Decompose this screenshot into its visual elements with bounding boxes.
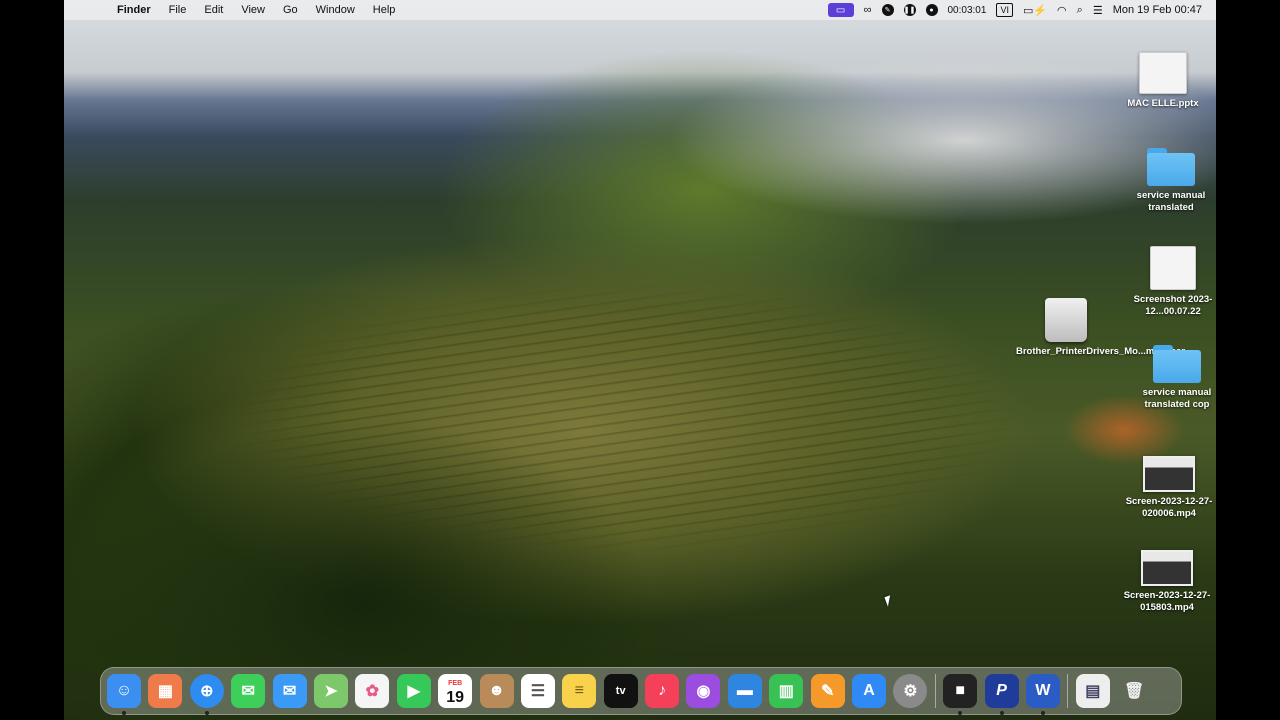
dock-keynote[interactable]: ▬ — [727, 674, 762, 708]
pause-icon[interactable]: ❚❚ — [903, 4, 916, 16]
menu-help[interactable]: Help — [364, 4, 405, 16]
spotlight-search-icon[interactable]: ⌕ — [1077, 3, 1083, 17]
wifi-icon[interactable]: ◠ — [1057, 3, 1067, 17]
dock-podcasts[interactable]: ◉ — [686, 674, 721, 708]
desktop-video-020006[interactable]: Screen-2023-12-27-020006.mp4 — [1119, 456, 1216, 520]
messages-icon: ✉ — [241, 683, 255, 700]
dock-contacts[interactable]: ☻ — [479, 674, 514, 708]
calendar-day: 19 — [446, 689, 465, 706]
dock-system-settings[interactable]: ⚙ — [893, 674, 928, 708]
menu-edit[interactable]: Edit — [195, 4, 232, 16]
dock-maps[interactable]: ➤ — [313, 674, 348, 708]
mail-icon: ✉ — [282, 683, 297, 700]
safari-icon: ⊕ — [200, 683, 214, 700]
settings-gear-icon: ⚙ — [903, 683, 918, 700]
dock-separator — [1067, 674, 1069, 708]
dock-pen-app[interactable]: P — [984, 674, 1019, 715]
dock-messages[interactable]: ✉ — [231, 674, 266, 708]
mouse-pointer — [884, 595, 894, 607]
control-center-icon[interactable]: ☰ — [1093, 3, 1103, 17]
facetime-icon: ▶ — [407, 683, 420, 700]
podcasts-icon: ◉ — [696, 683, 711, 700]
dock-safari[interactable]: ⊕ — [189, 674, 224, 715]
dock-reminders[interactable]: ☰ — [520, 674, 555, 708]
contacts-icon: ☻ — [488, 682, 505, 699]
dock-mail[interactable]: ✉ — [272, 674, 307, 708]
desktop-icon-label: Screenshot 2023-12...00.07.22 — [1133, 294, 1213, 317]
desktop-file-mac-elle[interactable]: MAC ELLE.pptx — [1113, 52, 1213, 110]
music-icon: ♪ — [658, 682, 667, 699]
desktop-disk-brother-driver[interactable]: Brother_PrinterDrivers_Mo...meLaser — [1016, 298, 1185, 358]
menu-go[interactable]: Go — [274, 4, 307, 16]
desktop-icon-label: Brother_PrinterDrivers_Mo...meLaser — [1016, 346, 1185, 357]
desktop-icon-label: Screen-2023-12-27-020006.mp4 — [1125, 496, 1213, 519]
keynote-icon: ▬ — [736, 682, 753, 699]
folder-icon — [1147, 148, 1195, 186]
pptx-file-icon — [1139, 52, 1187, 94]
dock-appletv[interactable]: tv — [603, 674, 638, 708]
video-file-icon — [1141, 550, 1193, 586]
video-camera-icon: ■ — [955, 682, 966, 699]
dock-facetime[interactable]: ▶ — [396, 674, 431, 708]
desktop-icon-label: service manual translated cop — [1142, 387, 1212, 410]
desktop-folder-service-manual-copy[interactable]: service manual translated cop — [1137, 345, 1216, 411]
record-edit-icon[interactable]: ✎ — [881, 4, 894, 16]
menu-window[interactable]: Window — [307, 4, 364, 16]
battery-icon[interactable]: ▭⚡ — [1023, 3, 1047, 17]
dock-appstore[interactable]: A — [852, 674, 887, 708]
creative-cloud-icon[interactable]: ∞ — [864, 3, 872, 17]
trash-icon: 🗑 — [1124, 683, 1145, 700]
desktop-icon-label: MAC ELLE.pptx — [1127, 98, 1199, 109]
desktop-file-screenshot[interactable]: Screenshot 2023-12...00.07.22 — [1123, 246, 1216, 318]
desktop-folder-service-manual[interactable]: service manual translated — [1121, 148, 1216, 214]
input-source-indicator[interactable]: VI — [996, 3, 1013, 17]
photos-icon: ✿ — [365, 683, 380, 700]
dock-separator — [934, 674, 936, 708]
pen-app-icon: P — [996, 682, 1007, 699]
status-area: ▭ ∞ ✎ ❚❚ ● 00:03:01 VI ▭⚡ ◠ ⌕ ☰ Mon 19 F… — [827, 3, 1216, 17]
maps-icon: ➤ — [324, 683, 338, 700]
dock-preview-document[interactable]: ▤ — [1075, 674, 1110, 708]
video-file-icon — [1143, 456, 1195, 492]
desktop-screen: Finder File Edit View Go Window Help ▭ ∞… — [64, 0, 1216, 720]
menu-view[interactable]: View — [232, 4, 274, 16]
reminders-icon: ☰ — [530, 683, 546, 700]
dock: ☺ ▦ ⊕ ✉ ✉ ➤ ✿ ▶ FEB 19 ☻ ☰ ≡ tv ♪ ◉ ▬ ▥ … — [100, 667, 1182, 715]
desktop-video-015803[interactable]: Screen-2023-12-27-015803.mp4 — [1117, 550, 1216, 614]
dock-photos[interactable]: ✿ — [355, 674, 390, 708]
dock-notes[interactable]: ≡ — [562, 674, 597, 708]
menu-bar: Finder File Edit View Go Window Help ▭ ∞… — [64, 0, 1216, 20]
dock-pages[interactable]: ✎ — [810, 674, 845, 708]
dock-launchpad[interactable]: ▦ — [148, 674, 183, 708]
disk-image-icon — [1045, 298, 1087, 342]
recording-timer: 00:03:01 — [947, 4, 987, 16]
desktop-icon-label: Screen-2023-12-27-015803.mp4 — [1123, 590, 1211, 613]
stop-record-icon[interactable]: ● — [925, 4, 938, 16]
image-file-icon — [1150, 246, 1196, 290]
menubar-clock[interactable]: Mon 19 Feb 00:47 — [1113, 4, 1202, 16]
pages-icon: ✎ — [820, 683, 835, 700]
notes-icon: ≡ — [574, 682, 584, 699]
dock-finder[interactable]: ☺ — [107, 674, 141, 715]
dock-word[interactable]: W — [1025, 674, 1060, 715]
document-preview-icon: ▤ — [1085, 683, 1101, 700]
word-icon: W — [1035, 682, 1051, 699]
dock-calendar[interactable]: FEB 19 — [438, 674, 473, 708]
screen-mirroring-icon[interactable]: ▭ — [827, 3, 854, 17]
finder-icon: ☺ — [115, 682, 133, 699]
launchpad-icon: ▦ — [157, 683, 173, 700]
dock-screen-recorder[interactable]: ■ — [943, 674, 978, 715]
menu-finder[interactable]: Finder — [108, 4, 160, 16]
dock-numbers[interactable]: ▥ — [769, 674, 804, 708]
numbers-icon: ▥ — [778, 683, 794, 700]
appstore-icon: A — [863, 682, 875, 699]
dock-music[interactable]: ♪ — [645, 674, 680, 708]
folder-icon — [1153, 345, 1201, 383]
menu-file[interactable]: File — [160, 4, 196, 16]
desktop-icon-label: service manual translated — [1136, 190, 1206, 213]
dock-trash[interactable]: 🗑 — [1117, 674, 1151, 708]
